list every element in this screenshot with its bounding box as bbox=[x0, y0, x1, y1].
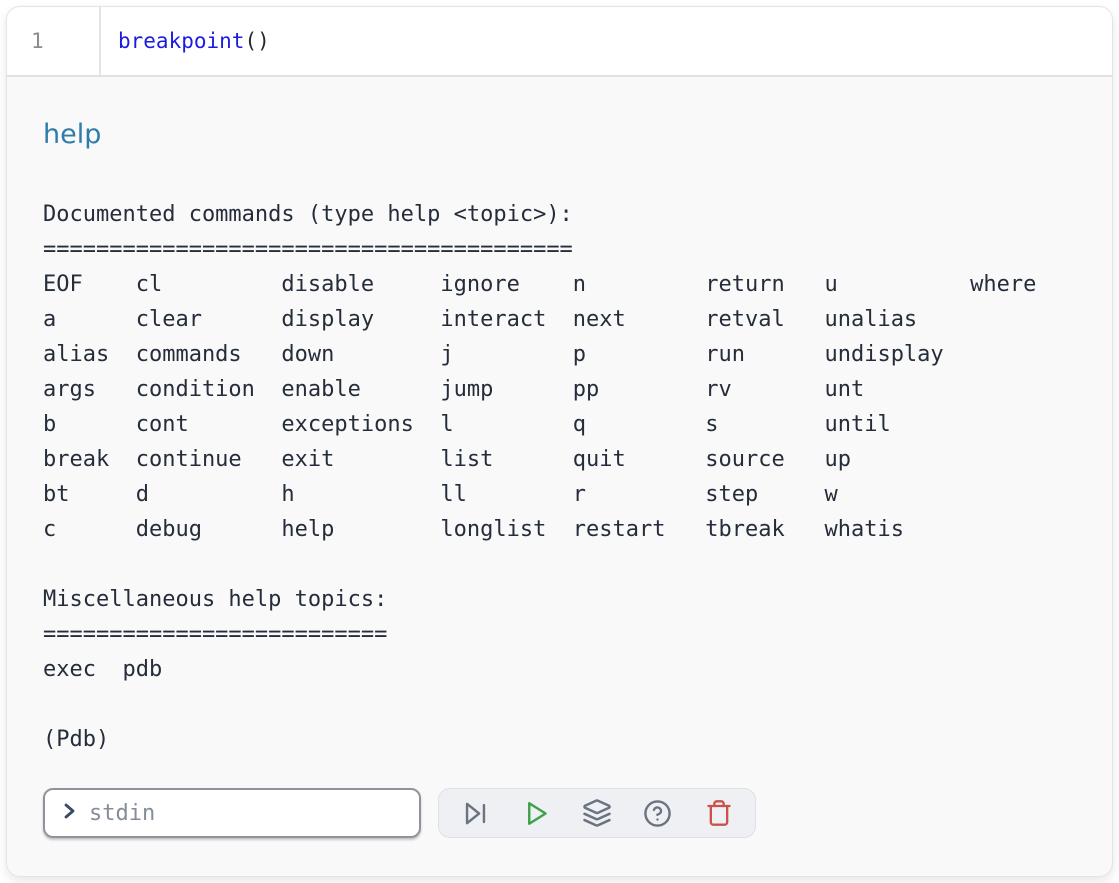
code-editor[interactable]: 1 breakpoint() bbox=[7, 7, 1112, 77]
toolbar bbox=[438, 788, 756, 838]
step-forward-button[interactable] bbox=[452, 792, 498, 834]
layers-icon bbox=[582, 798, 612, 828]
help-button[interactable] bbox=[635, 792, 681, 834]
code-line[interactable]: breakpoint() bbox=[101, 29, 270, 53]
python-playground-card: 1 breakpoint() help Documented commands … bbox=[6, 6, 1113, 877]
skip-forward-icon bbox=[461, 799, 490, 828]
terminal-text: Documented commands (type help <topic>):… bbox=[43, 197, 1036, 757]
terminal-output-area: help Documented commands (type help <top… bbox=[7, 79, 1112, 877]
run-button[interactable] bbox=[513, 792, 559, 834]
echoed-command: help bbox=[43, 119, 101, 150]
line-number-gutter: 1 bbox=[7, 7, 101, 75]
trash-icon bbox=[705, 799, 733, 827]
line-number: 1 bbox=[31, 29, 44, 53]
stdin-input[interactable] bbox=[89, 801, 407, 826]
terminal-controls bbox=[43, 788, 756, 838]
help-circle-icon bbox=[643, 799, 672, 828]
stack-button[interactable] bbox=[574, 792, 620, 834]
chevron-right-icon bbox=[59, 801, 79, 826]
code-token-keyword: breakpoint bbox=[118, 29, 244, 53]
play-icon bbox=[522, 799, 551, 828]
delete-button[interactable] bbox=[696, 792, 742, 834]
stdin-input-box[interactable] bbox=[43, 788, 421, 838]
code-token-punctuation: () bbox=[244, 29, 269, 53]
